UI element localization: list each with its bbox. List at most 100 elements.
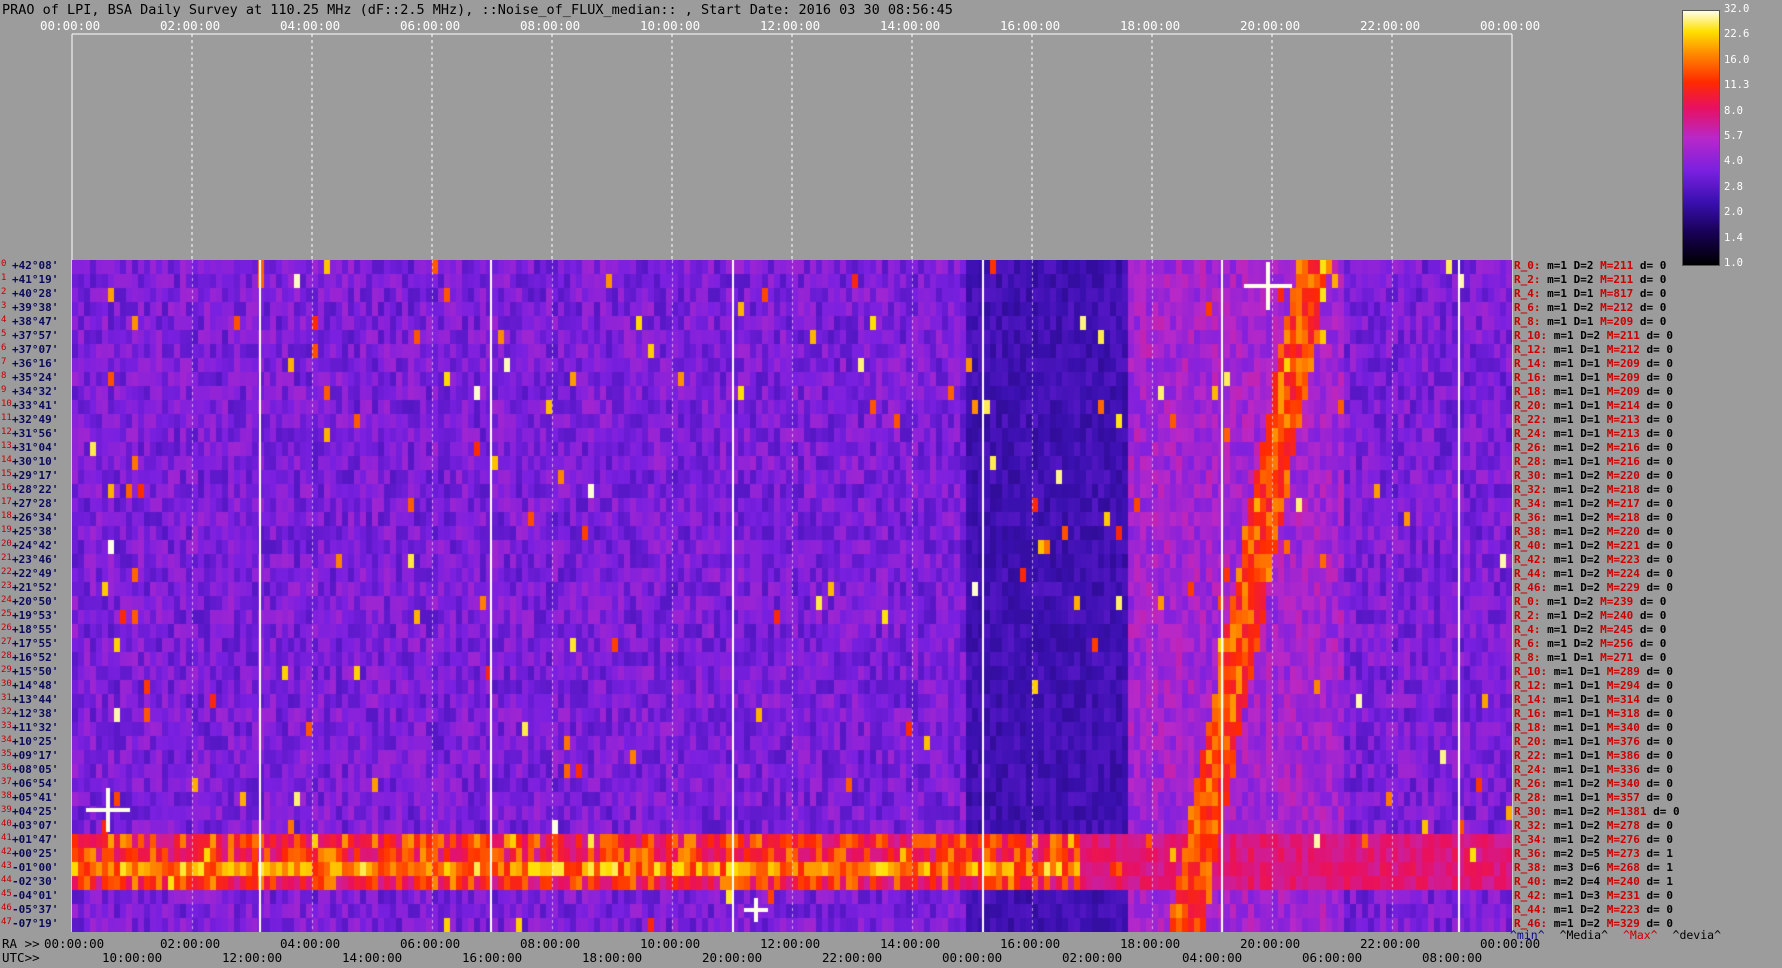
row-stat-field: M=220 bbox=[1606, 525, 1647, 538]
declination-label: +20°50' bbox=[12, 595, 59, 608]
row-stat-field: d= 0 bbox=[1646, 693, 1674, 706]
row-stat-field: m=1 bbox=[1553, 497, 1581, 510]
row-stat-field: D=2 bbox=[1580, 833, 1607, 846]
row-stat-field: m=1 bbox=[1553, 805, 1581, 818]
row-stat-field: M=229 bbox=[1606, 581, 1647, 594]
row-stat-field: R_0: bbox=[1514, 595, 1548, 608]
row-stat-field: m=1 bbox=[1553, 329, 1581, 342]
row-stat-field: M=289 bbox=[1606, 665, 1647, 678]
ra-tick-label: 00:00:00 bbox=[44, 936, 105, 951]
row-stat-field: R_20: bbox=[1514, 735, 1554, 748]
row-stat-field: M=256 bbox=[1600, 637, 1640, 650]
declination-label: +34°32' bbox=[12, 385, 59, 398]
row-stat-field: m=1 bbox=[1553, 483, 1581, 496]
utc-tick-label: 22:00:00 bbox=[822, 950, 883, 965]
row-stat-field: m=1 bbox=[1553, 553, 1581, 566]
utc-tick-label: 00:00:00 bbox=[942, 950, 1003, 965]
row-stat-field: R_28: bbox=[1514, 455, 1554, 468]
row-stat-field: R_14: bbox=[1514, 693, 1554, 706]
row-stat-field: R_16: bbox=[1514, 371, 1554, 384]
row-stat-field: M=376 bbox=[1606, 735, 1647, 748]
row-stat-field: m=1 bbox=[1553, 581, 1581, 594]
row-stat-field: d= 0 bbox=[1646, 371, 1674, 384]
ra-tick-label: 06:00:00 bbox=[400, 936, 461, 951]
declination-label: -04°01' bbox=[12, 889, 59, 902]
row-index-label: 36 bbox=[1, 763, 12, 773]
row-stat-field: R_44: bbox=[1514, 903, 1554, 916]
row-index-label: 3 bbox=[1, 301, 7, 311]
row-stat-field: D=1 bbox=[1580, 413, 1607, 426]
row-index-label: 19 bbox=[1, 525, 12, 535]
row-stat-field: m=1 bbox=[1553, 427, 1581, 440]
row-stat-field: D=2 bbox=[1580, 819, 1607, 832]
row-stat-field: R_24: bbox=[1514, 763, 1554, 776]
row-index-label: 0 bbox=[1, 259, 7, 269]
row-stat-field: D=2 bbox=[1580, 469, 1607, 482]
declination-label: +10°25' bbox=[12, 735, 59, 748]
row-index-label: 41 bbox=[1, 833, 12, 843]
row-stat-field: m=1 bbox=[1553, 903, 1581, 916]
declination-label: -07°19' bbox=[12, 917, 59, 930]
row-stat: R_0: m=1 D=2 M=239 d= 0 bbox=[1514, 595, 1666, 608]
top-tick-label: 14:00:00 bbox=[880, 18, 941, 33]
row-stat-field: R_28: bbox=[1514, 791, 1554, 804]
row-stat-field: R_16: bbox=[1514, 707, 1554, 720]
row-stat-field: d= 0 bbox=[1639, 315, 1667, 328]
row-index-label: 34 bbox=[1, 735, 12, 745]
row-stat-field: M=212 bbox=[1600, 301, 1640, 314]
row-stat-field: M=209 bbox=[1600, 315, 1640, 328]
declination-label: +01°47' bbox=[12, 833, 59, 846]
row-stat: R_20: m=1 D=1 M=214 d= 0 bbox=[1514, 399, 1673, 412]
row-stat-field: m=1 bbox=[1547, 623, 1574, 636]
row-stat-field: m=1 bbox=[1553, 343, 1581, 356]
ra-tick-label: 12:00:00 bbox=[760, 936, 821, 951]
row-stat-field: D=2 bbox=[1573, 595, 1601, 608]
declination-label: +05°41' bbox=[12, 791, 59, 804]
row-stat-field: d= 0 bbox=[1646, 385, 1674, 398]
legend-median: ^Media^ bbox=[1559, 928, 1609, 942]
row-stat-field: m=1 bbox=[1547, 315, 1574, 328]
declination-label: +08°05' bbox=[12, 763, 59, 776]
row-stat-field: d= 0 bbox=[1646, 427, 1674, 440]
row-index-label: 1 bbox=[1, 273, 7, 283]
row-stat: R_22: m=1 D=1 M=213 d= 0 bbox=[1514, 413, 1673, 426]
row-stat-field: M=212 bbox=[1606, 343, 1647, 356]
row-stat-field: D=2 bbox=[1573, 609, 1601, 622]
row-stat-field: m=1 bbox=[1553, 749, 1581, 762]
row-index-label: 11 bbox=[1, 413, 12, 423]
declination-label: +24°42' bbox=[12, 539, 59, 552]
row-stat-field: M=211 bbox=[1600, 273, 1640, 286]
row-stat-field: m=1 bbox=[1553, 679, 1581, 692]
row-stat-field: m=1 bbox=[1553, 357, 1581, 370]
ra-tick-label: 20:00:00 bbox=[1240, 936, 1301, 951]
row-stat-field: d= 1 bbox=[1646, 875, 1674, 888]
row-stat-field: d= 0 bbox=[1646, 833, 1674, 846]
row-stat-field: D=2 bbox=[1580, 805, 1607, 818]
ra-tick-label: 04:00:00 bbox=[280, 936, 341, 951]
stats-legend: ^min^ ^Media^ ^Max^ ^devia^ bbox=[1510, 928, 1729, 942]
row-stat-field: M=318 bbox=[1606, 707, 1647, 720]
row-stat-field: d= 0 bbox=[1646, 357, 1674, 370]
utc-axis-label: UTC>> bbox=[2, 950, 40, 965]
row-index-label: 47 bbox=[1, 917, 12, 927]
legend-max: ^Max^ bbox=[1622, 928, 1658, 942]
row-stat-field: d= 0 bbox=[1646, 399, 1674, 412]
row-stat-field: M=271 bbox=[1600, 651, 1640, 664]
row-stat-field: M=213 bbox=[1606, 413, 1647, 426]
ra-tick-label: 02:00:00 bbox=[160, 936, 221, 951]
declination-label: +29°17' bbox=[12, 469, 59, 482]
row-stat-field: D=2 bbox=[1580, 539, 1607, 552]
declination-label: +23°46' bbox=[12, 553, 59, 566]
declination-label: +28°22' bbox=[12, 483, 59, 496]
colorbar-tick-label: 2.8 bbox=[1724, 180, 1743, 193]
row-stat-field: D=6 bbox=[1580, 861, 1607, 874]
row-stat-field: D=1 bbox=[1580, 707, 1607, 720]
declination-label: -05°37' bbox=[12, 903, 59, 916]
colorbar-tick-label: 8.0 bbox=[1724, 104, 1743, 117]
row-index-label: 44 bbox=[1, 875, 12, 885]
row-index-label: 13 bbox=[1, 441, 12, 451]
row-stat-field: d= 0 bbox=[1639, 609, 1667, 622]
row-index-label: 18 bbox=[1, 511, 12, 521]
row-stat-field: D=1 bbox=[1580, 343, 1607, 356]
row-stat-field: d= 0 bbox=[1646, 763, 1674, 776]
